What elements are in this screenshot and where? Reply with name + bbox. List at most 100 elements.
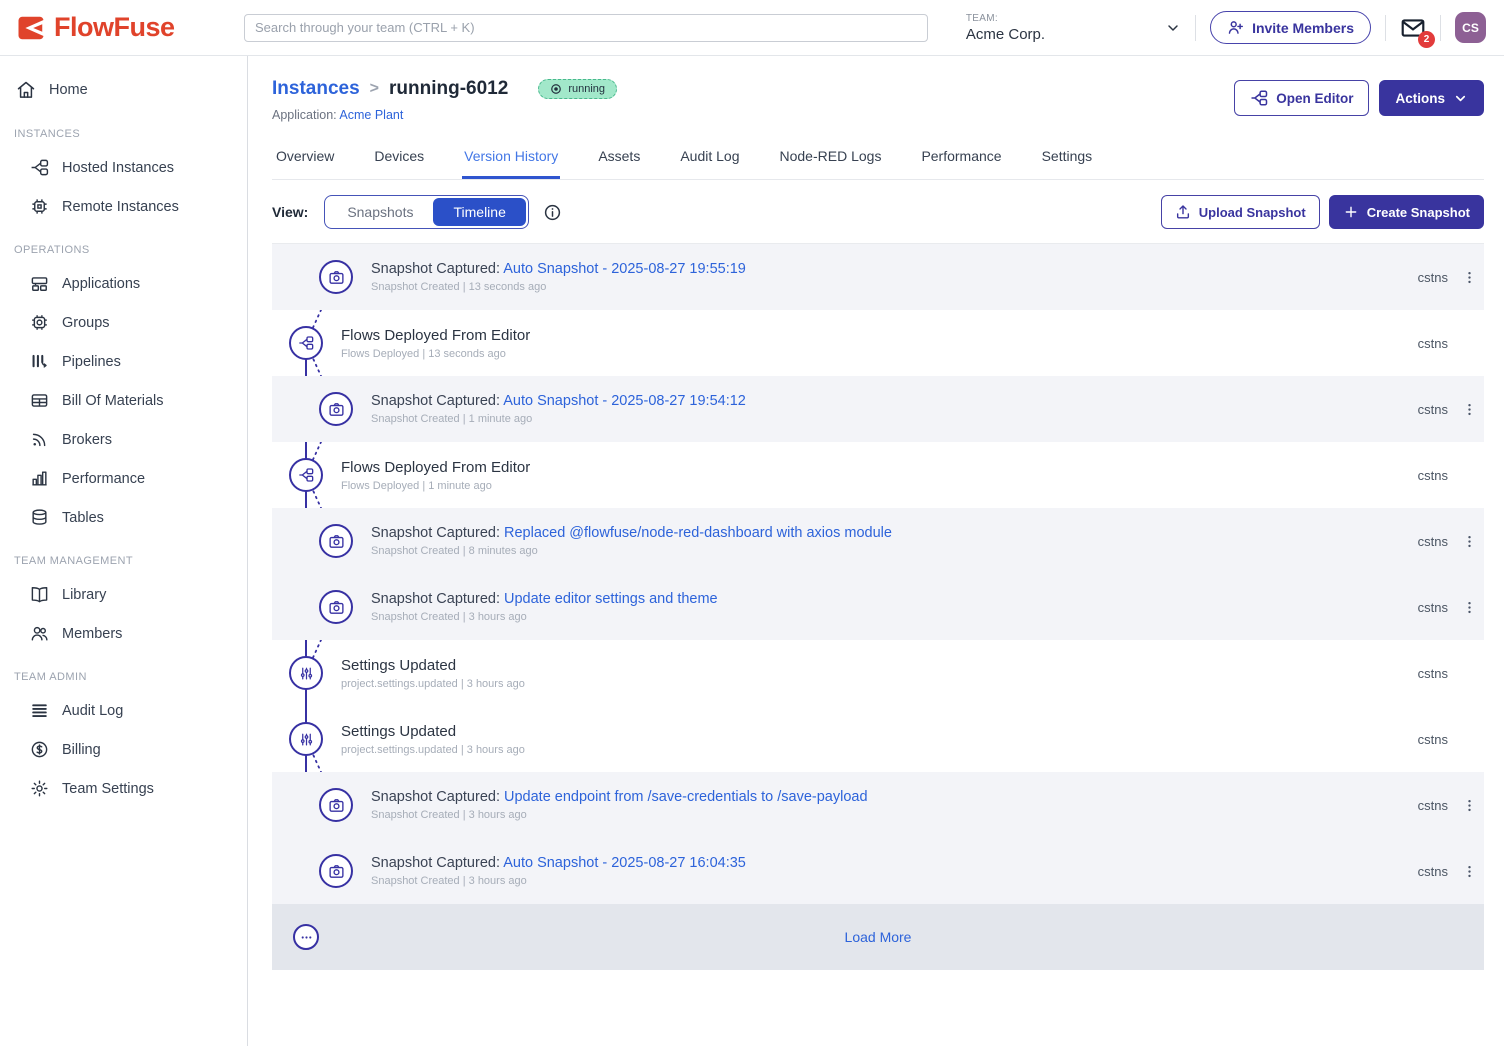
kebab-menu-icon[interactable] <box>1454 798 1484 813</box>
sidebar-item-applications[interactable]: Applications <box>0 264 247 303</box>
kebab-menu-icon[interactable] <box>1454 270 1484 285</box>
sidebar-item-library[interactable]: Library <box>0 575 247 614</box>
event-subtitle: project.settings.updated | 3 hours ago <box>341 744 525 756</box>
camera-icon <box>319 854 353 888</box>
application-link[interactable]: Acme Plant <box>339 108 403 122</box>
event-title: Flows Deployed From Editor <box>341 327 530 344</box>
flowfuse-app: FlowFuse TEAM: Acme Corp. Invite Members <box>0 0 1504 1046</box>
header-divider <box>1385 15 1386 41</box>
book-icon <box>30 585 49 604</box>
instance-tabs: Overview Devices Version History Assets … <box>272 142 1484 180</box>
sidebar-item-label: Bill Of Materials <box>62 393 164 409</box>
toggle-timeline[interactable]: Timeline <box>433 198 525 226</box>
tab-node-red-logs[interactable]: Node-RED Logs <box>778 142 884 179</box>
timeline-row: Snapshot Captured: Replaced @flowfuse/no… <box>272 508 1484 574</box>
user-plus-icon <box>1227 19 1244 36</box>
load-more-link[interactable]: Load More <box>272 929 1484 945</box>
flowfuse-logo[interactable]: FlowFuse <box>16 12 244 43</box>
event-user: cstns <box>1418 864 1448 879</box>
tab-overview[interactable]: Overview <box>274 142 336 179</box>
snapshot-link[interactable]: Auto Snapshot - 2025-08-27 19:54:12 <box>503 393 746 409</box>
header-divider <box>1440 15 1441 41</box>
sidebar-section-instances: INSTANCES <box>0 110 247 148</box>
timeline-load-more-row: Load More <box>272 904 1484 970</box>
tab-version-history[interactable]: Version History <box>462 142 560 179</box>
event-user: cstns <box>1418 534 1448 549</box>
sidebar-section-operations: OPERATIONS <box>0 226 247 264</box>
lines-icon <box>30 701 49 720</box>
sidebar-item-remote-instances[interactable]: Remote Instances <box>0 187 247 226</box>
kebab-menu-icon[interactable] <box>1454 534 1484 549</box>
actions-button[interactable]: Actions <box>1379 80 1484 116</box>
sidebar-item-audit-log[interactable]: Audit Log <box>0 691 247 730</box>
event-user: cstns <box>1418 270 1448 285</box>
sidebar-item-label: Applications <box>62 276 140 292</box>
sidebar-item-label: Home <box>49 82 88 98</box>
users-icon <box>30 624 49 643</box>
invite-members-label: Invite Members <box>1252 20 1354 36</box>
team-switcher[interactable]: TEAM: Acme Corp. <box>966 13 1181 43</box>
snapshot-link[interactable]: Auto Snapshot - 2025-08-27 19:55:19 <box>503 261 746 277</box>
open-editor-label: Open Editor <box>1276 91 1353 106</box>
sidebar-item-label: Hosted Instances <box>62 160 174 176</box>
snapshot-link[interactable]: Update endpoint from /save-credentials t… <box>504 789 868 805</box>
snapshot-link[interactable]: Replaced @flowfuse/node-red-dashboard wi… <box>504 525 892 541</box>
sidebar-item-home[interactable]: Home <box>0 70 247 110</box>
bar-chart-icon <box>30 469 49 488</box>
timeline-row: Flows Deployed From Editor Flows Deploye… <box>272 310 1484 376</box>
kebab-menu-icon[interactable] <box>1454 600 1484 615</box>
upload-icon <box>1175 204 1191 220</box>
sidebar-item-members[interactable]: Members <box>0 614 247 653</box>
event-subtitle: Snapshot Created | 13 seconds ago <box>371 281 746 293</box>
upload-snapshot-button[interactable]: Upload Snapshot <box>1161 195 1320 229</box>
sidebar-item-bill-of-materials[interactable]: Bill Of Materials <box>0 381 247 420</box>
invite-members-button[interactable]: Invite Members <box>1210 11 1371 44</box>
tab-settings[interactable]: Settings <box>1040 142 1095 179</box>
actions-label: Actions <box>1395 91 1445 106</box>
event-subtitle: Snapshot Created | 1 minute ago <box>371 413 746 425</box>
event-user: cstns <box>1418 336 1448 351</box>
tab-performance[interactable]: Performance <box>919 142 1003 179</box>
sidebar-item-brokers[interactable]: Brokers <box>0 420 247 459</box>
sidebar-item-label: Billing <box>62 742 101 758</box>
page-title: running-6012 <box>389 78 508 100</box>
sidebar-item-tables[interactable]: Tables <box>0 498 247 537</box>
top-header: FlowFuse TEAM: Acme Corp. Invite Members <box>0 0 1504 56</box>
sidebar-item-pipelines[interactable]: Pipelines <box>0 342 247 381</box>
camera-icon <box>319 590 353 624</box>
event-title: Settings Updated <box>341 723 525 740</box>
breadcrumb-instances-link[interactable]: Instances <box>272 78 360 100</box>
sidebar-item-label: Remote Instances <box>62 199 179 215</box>
chevron-down-icon <box>1453 91 1468 106</box>
version-timeline: Snapshot Captured: Auto Snapshot - 2025-… <box>272 244 1484 970</box>
snapshot-link[interactable]: Auto Snapshot - 2025-08-27 16:04:35 <box>503 855 746 871</box>
tab-assets[interactable]: Assets <box>596 142 642 179</box>
create-snapshot-button[interactable]: Create Snapshot <box>1329 195 1484 229</box>
event-user: cstns <box>1418 468 1448 483</box>
tab-devices[interactable]: Devices <box>372 142 426 179</box>
search-input[interactable] <box>244 14 928 42</box>
sidebar-item-performance[interactable]: Performance <box>0 459 247 498</box>
event-subtitle: Snapshot Created | 3 hours ago <box>371 809 868 821</box>
avatar[interactable]: CS <box>1455 12 1486 43</box>
notifications-button[interactable]: 2 <box>1400 15 1426 41</box>
gear-icon <box>30 779 49 798</box>
sidebar-item-label: Performance <box>62 471 145 487</box>
snapshot-link[interactable]: Update editor settings and theme <box>504 591 718 607</box>
toggle-snapshots[interactable]: Snapshots <box>327 198 433 226</box>
kebab-menu-icon[interactable] <box>1454 402 1484 417</box>
event-subtitle: Flows Deployed | 1 minute ago <box>341 480 530 492</box>
logo-wordmark: FlowFuse <box>54 12 175 43</box>
sidebar-item-label: Audit Log <box>62 703 123 719</box>
info-icon[interactable] <box>543 203 562 222</box>
event-title: Snapshot Captured: <box>371 789 504 805</box>
sidebar-item-billing[interactable]: Billing <box>0 730 247 769</box>
view-label: View: <box>272 204 308 220</box>
sidebar-item-team-settings[interactable]: Team Settings <box>0 769 247 808</box>
open-editor-button[interactable]: Open Editor <box>1234 80 1369 116</box>
kebab-menu-icon[interactable] <box>1454 864 1484 879</box>
tab-audit-log[interactable]: Audit Log <box>678 142 741 179</box>
sidebar-item-groups[interactable]: Groups <box>0 303 247 342</box>
sidebar-item-hosted-instances[interactable]: Hosted Instances <box>0 148 247 187</box>
timeline-row: Snapshot Captured: Auto Snapshot - 2025-… <box>272 838 1484 904</box>
